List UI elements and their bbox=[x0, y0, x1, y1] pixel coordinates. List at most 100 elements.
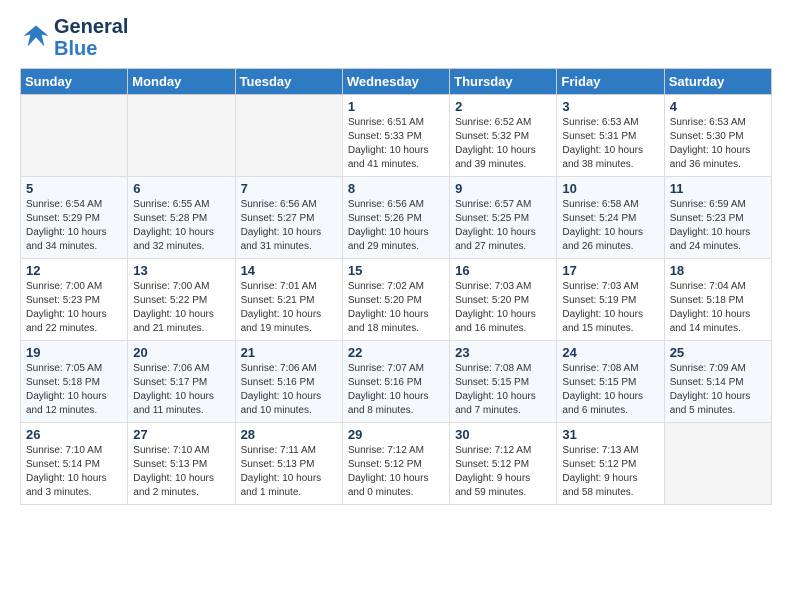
calendar-week-row: 1 Sunrise: 6:51 AM Sunset: 5:33 PM Daylig… bbox=[21, 95, 772, 177]
day-info: Sunrise: 7:08 AM Sunset: 5:15 PM Dayligh… bbox=[562, 362, 658, 418]
calendar-cell: 26Sunrise: 7:10 AM Sunset: 5:14 PM Dayli… bbox=[21, 423, 128, 505]
day-info: Sunrise: 7:00 AM Sunset: 5:22 PM Dayligh… bbox=[133, 280, 229, 336]
calendar-cell: 7 Sunrise: 6:56 AM Sunset: 5:27 PM Daylig… bbox=[235, 177, 342, 259]
day-number: 2 bbox=[455, 99, 551, 114]
day-number: 8 bbox=[348, 181, 444, 196]
day-info: Sunrise: 7:03 AM Sunset: 5:20 PM Dayligh… bbox=[455, 280, 551, 336]
calendar-cell bbox=[21, 95, 128, 177]
day-number: 3 bbox=[562, 99, 658, 114]
day-number: 23 bbox=[455, 345, 551, 360]
calendar-table: SundayMondayTuesdayWednesdayThursdayFrid… bbox=[20, 68, 772, 505]
calendar-body: 1 Sunrise: 6:51 AM Sunset: 5:33 PM Daylig… bbox=[21, 95, 772, 505]
calendar-cell: 18 Sunrise: 7:04 AM Sunset: 5:18 PM Dayli… bbox=[664, 259, 771, 341]
day-number: 17 bbox=[562, 263, 658, 278]
day-number: 24 bbox=[562, 345, 658, 360]
day-number: 14 bbox=[241, 263, 337, 278]
calendar-cell: 11 Sunrise: 6:59 AM Sunset: 5:23 PM Dayli… bbox=[664, 177, 771, 259]
calendar-cell: 4Sunrise: 6:53 AM Sunset: 5:30 PM Daylig… bbox=[664, 95, 771, 177]
calendar-week-row: 19 Sunrise: 7:05 AM Sunset: 5:18 PM Dayli… bbox=[21, 341, 772, 423]
calendar-cell: 21Sunrise: 7:06 AM Sunset: 5:16 PM Dayli… bbox=[235, 341, 342, 423]
day-number: 13 bbox=[133, 263, 229, 278]
day-number: 30 bbox=[455, 427, 551, 442]
day-info: Sunrise: 7:08 AM Sunset: 5:15 PM Dayligh… bbox=[455, 362, 551, 418]
day-header-friday: Friday bbox=[557, 69, 664, 95]
day-number: 18 bbox=[670, 263, 766, 278]
calendar-cell: 20 Sunrise: 7:06 AM Sunset: 5:17 PM Dayli… bbox=[128, 341, 235, 423]
day-number: 31 bbox=[562, 427, 658, 442]
day-info: Sunrise: 7:05 AM Sunset: 5:18 PM Dayligh… bbox=[26, 362, 122, 418]
calendar-cell: 3 Sunrise: 6:53 AM Sunset: 5:31 PM Daylig… bbox=[557, 95, 664, 177]
day-info: Sunrise: 7:10 AM Sunset: 5:13 PM Dayligh… bbox=[133, 444, 229, 500]
logo: General Blue bbox=[20, 16, 128, 60]
calendar-cell: 15 Sunrise: 7:02 AM Sunset: 5:20 PM Dayli… bbox=[342, 259, 449, 341]
calendar-cell bbox=[664, 423, 771, 505]
calendar-cell: 29Sunrise: 7:12 AM Sunset: 5:12 PM Dayli… bbox=[342, 423, 449, 505]
day-info: Sunrise: 6:56 AM Sunset: 5:26 PM Dayligh… bbox=[348, 198, 444, 254]
day-info: Sunrise: 7:06 AM Sunset: 5:17 PM Dayligh… bbox=[133, 362, 229, 418]
calendar-cell: 30 Sunrise: 7:12 AM Sunset: 5:12 PM Dayli… bbox=[450, 423, 557, 505]
calendar-cell: 13 Sunrise: 7:00 AM Sunset: 5:22 PM Dayli… bbox=[128, 259, 235, 341]
day-number: 27 bbox=[133, 427, 229, 442]
calendar-cell: 24 Sunrise: 7:08 AM Sunset: 5:15 PM Dayli… bbox=[557, 341, 664, 423]
day-info: Sunrise: 6:56 AM Sunset: 5:27 PM Dayligh… bbox=[241, 198, 337, 254]
calendar-cell: 23 Sunrise: 7:08 AM Sunset: 5:15 PM Dayli… bbox=[450, 341, 557, 423]
calendar-cell: 17 Sunrise: 7:03 AM Sunset: 5:19 PM Dayli… bbox=[557, 259, 664, 341]
day-number: 10 bbox=[562, 181, 658, 196]
day-number: 28 bbox=[241, 427, 337, 442]
day-info: Sunrise: 7:13 AM Sunset: 5:12 PM Dayligh… bbox=[562, 444, 658, 500]
day-number: 9 bbox=[455, 181, 551, 196]
day-info: Sunrise: 7:04 AM Sunset: 5:18 PM Dayligh… bbox=[670, 280, 766, 336]
calendar-cell bbox=[128, 95, 235, 177]
calendar-cell: 9 Sunrise: 6:57 AM Sunset: 5:25 PM Daylig… bbox=[450, 177, 557, 259]
day-header-monday: Monday bbox=[128, 69, 235, 95]
day-info: Sunrise: 7:01 AM Sunset: 5:21 PM Dayligh… bbox=[241, 280, 337, 336]
calendar-cell: 27 Sunrise: 7:10 AM Sunset: 5:13 PM Dayli… bbox=[128, 423, 235, 505]
day-info: Sunrise: 6:53 AM Sunset: 5:30 PM Dayligh… bbox=[670, 116, 766, 172]
page-header: General Blue bbox=[20, 16, 772, 60]
calendar-week-row: 26Sunrise: 7:10 AM Sunset: 5:14 PM Dayli… bbox=[21, 423, 772, 505]
day-number: 11 bbox=[670, 181, 766, 196]
calendar-cell: 1 Sunrise: 6:51 AM Sunset: 5:33 PM Daylig… bbox=[342, 95, 449, 177]
logo-icon bbox=[22, 22, 50, 50]
day-info: Sunrise: 6:54 AM Sunset: 5:29 PM Dayligh… bbox=[26, 198, 122, 254]
day-number: 25 bbox=[670, 345, 766, 360]
day-info: Sunrise: 7:12 AM Sunset: 5:12 PM Dayligh… bbox=[455, 444, 551, 500]
day-number: 29 bbox=[348, 427, 444, 442]
day-number: 19 bbox=[26, 345, 122, 360]
day-number: 1 bbox=[348, 99, 444, 114]
logo-text-blue: Blue bbox=[54, 38, 128, 60]
day-number: 15 bbox=[348, 263, 444, 278]
day-number: 26 bbox=[26, 427, 122, 442]
day-header-thursday: Thursday bbox=[450, 69, 557, 95]
calendar-cell: 25 Sunrise: 7:09 AM Sunset: 5:14 PM Dayli… bbox=[664, 341, 771, 423]
day-number: 22 bbox=[348, 345, 444, 360]
day-info: Sunrise: 6:57 AM Sunset: 5:25 PM Dayligh… bbox=[455, 198, 551, 254]
day-number: 6 bbox=[133, 181, 229, 196]
calendar-week-row: 5Sunrise: 6:54 AM Sunset: 5:29 PM Daylig… bbox=[21, 177, 772, 259]
calendar-cell: 31 Sunrise: 7:13 AM Sunset: 5:12 PM Dayli… bbox=[557, 423, 664, 505]
calendar-week-row: 12 Sunrise: 7:00 AM Sunset: 5:23 PM Dayli… bbox=[21, 259, 772, 341]
day-info: Sunrise: 7:11 AM Sunset: 5:13 PM Dayligh… bbox=[241, 444, 337, 500]
day-info: Sunrise: 7:02 AM Sunset: 5:20 PM Dayligh… bbox=[348, 280, 444, 336]
calendar-cell bbox=[235, 95, 342, 177]
calendar-cell: 10 Sunrise: 6:58 AM Sunset: 5:24 PM Dayli… bbox=[557, 177, 664, 259]
day-info: Sunrise: 7:00 AM Sunset: 5:23 PM Dayligh… bbox=[26, 280, 122, 336]
day-number: 20 bbox=[133, 345, 229, 360]
day-header-saturday: Saturday bbox=[664, 69, 771, 95]
day-info: Sunrise: 6:53 AM Sunset: 5:31 PM Dayligh… bbox=[562, 116, 658, 172]
day-info: Sunrise: 7:09 AM Sunset: 5:14 PM Dayligh… bbox=[670, 362, 766, 418]
day-info: Sunrise: 6:59 AM Sunset: 5:23 PM Dayligh… bbox=[670, 198, 766, 254]
calendar-cell: 22Sunrise: 7:07 AM Sunset: 5:16 PM Dayli… bbox=[342, 341, 449, 423]
calendar-cell: 5Sunrise: 6:54 AM Sunset: 5:29 PM Daylig… bbox=[21, 177, 128, 259]
calendar-cell: 12 Sunrise: 7:00 AM Sunset: 5:23 PM Dayli… bbox=[21, 259, 128, 341]
day-number: 12 bbox=[26, 263, 122, 278]
day-number: 16 bbox=[455, 263, 551, 278]
day-info: Sunrise: 7:03 AM Sunset: 5:19 PM Dayligh… bbox=[562, 280, 658, 336]
day-info: Sunrise: 6:58 AM Sunset: 5:24 PM Dayligh… bbox=[562, 198, 658, 254]
calendar-cell: 14 Sunrise: 7:01 AM Sunset: 5:21 PM Dayli… bbox=[235, 259, 342, 341]
day-header-sunday: Sunday bbox=[21, 69, 128, 95]
day-info: Sunrise: 6:52 AM Sunset: 5:32 PM Dayligh… bbox=[455, 116, 551, 172]
day-number: 7 bbox=[241, 181, 337, 196]
calendar-cell: 16 Sunrise: 7:03 AM Sunset: 5:20 PM Dayli… bbox=[450, 259, 557, 341]
day-info: Sunrise: 6:51 AM Sunset: 5:33 PM Dayligh… bbox=[348, 116, 444, 172]
